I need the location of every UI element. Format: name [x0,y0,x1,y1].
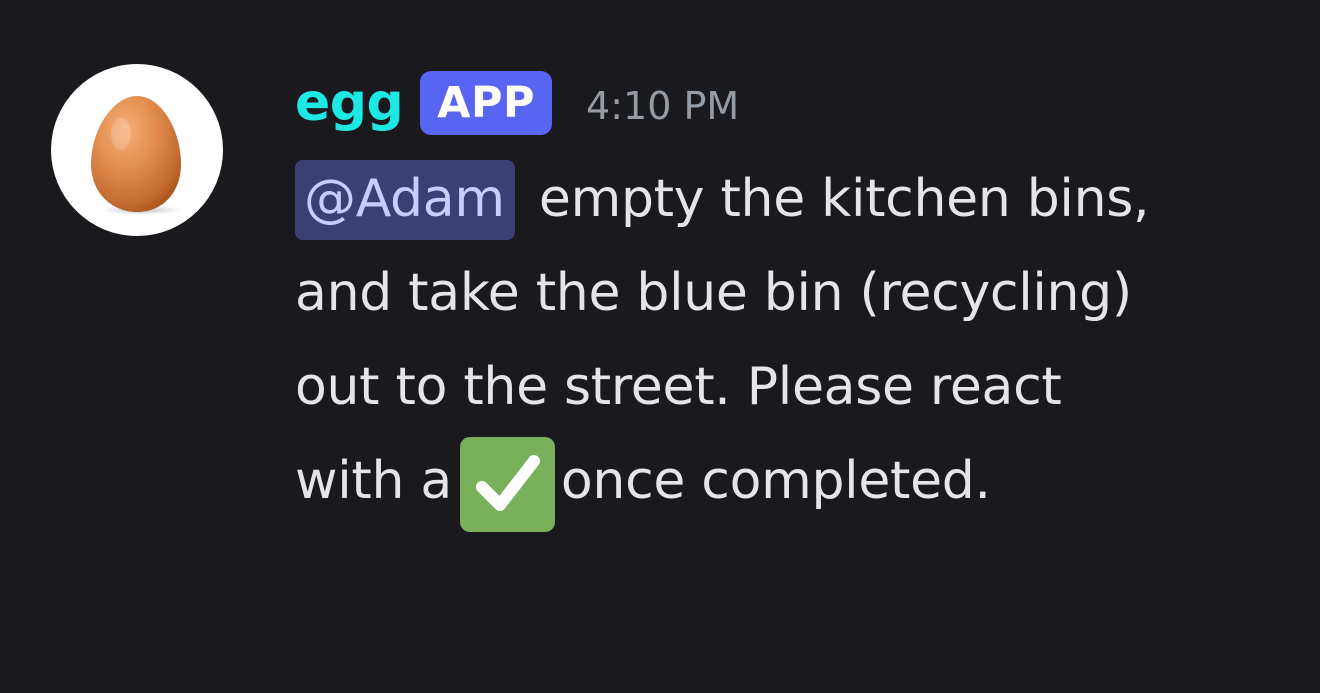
message-text-line-2: and take the blue bin (recycling) [295,263,1132,323]
egg-avatar-icon [91,96,181,215]
app-badge: APP [420,71,553,135]
message-header: egg APP 4:10 PM [295,70,739,136]
message-text-line-1: empty the kitchen bins, [538,169,1150,229]
message-text-line-4-before: with a [295,451,452,511]
message-text-line-4-after: once completed. [560,451,991,511]
message-text-line-3: out to the street. Please react [295,357,1062,417]
message-content: @Adam empty the kitchen bins, and take t… [295,152,1295,532]
user-mention[interactable]: @Adam [295,160,515,240]
chat-message: egg APP 4:10 PM @Adam empty the kitchen … [0,0,1320,693]
avatar[interactable] [51,64,223,236]
timestamp[interactable]: 4:10 PM [586,73,739,139]
white-check-mark-icon [459,437,555,532]
username[interactable]: egg [295,70,404,136]
